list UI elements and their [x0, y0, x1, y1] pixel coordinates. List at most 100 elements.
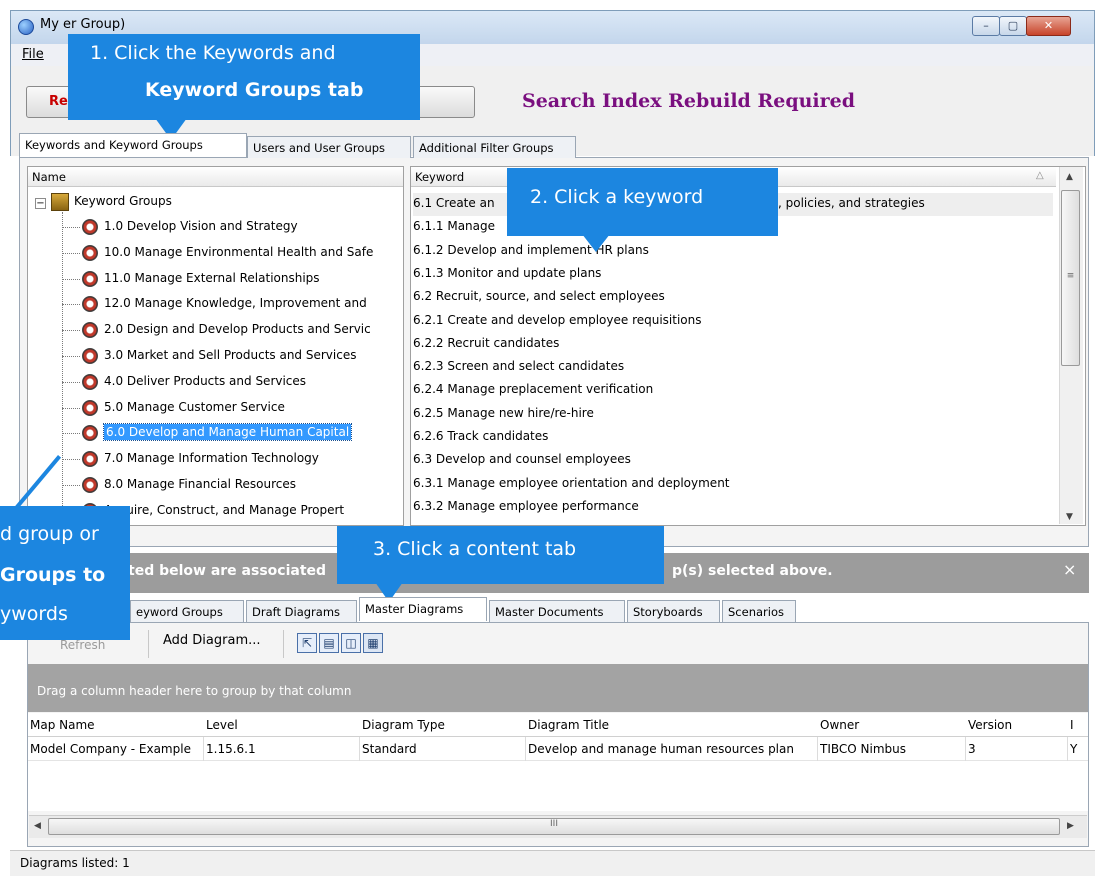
export-icon[interactable]: ⇱	[297, 633, 317, 653]
grid-cell: 3	[968, 742, 976, 756]
keyword-row[interactable]: 6.3.2 Manage employee performance	[413, 496, 1053, 519]
keyword-row-tail: , policies, and strategies	[778, 196, 925, 210]
minimize-button[interactable]: –	[972, 16, 1000, 36]
keyword-scroll-thumb[interactable]: ≡	[1061, 190, 1080, 366]
grid-column-header[interactable]: Diagram Type	[362, 715, 527, 737]
grid-column-header[interactable]: I	[1070, 715, 1088, 737]
close-button[interactable]: ✕	[1026, 16, 1071, 36]
add-diagram-button[interactable]: Add Diagram...	[163, 633, 261, 648]
tab-keyword-groups[interactable]: eyword Groups	[130, 600, 244, 622]
callout-pointer	[582, 234, 610, 252]
tree-item-label: 12.0 Manage Knowledge, Improvement and	[104, 296, 367, 311]
tab-master-diagrams[interactable]: Master Diagrams	[359, 597, 487, 621]
tree-connector	[62, 227, 80, 228]
tab-draft-diagrams[interactable]: Draft Diagrams	[246, 600, 357, 622]
banner-close-icon[interactable]: ×	[1063, 560, 1076, 579]
grid-column-header[interactable]: Version	[968, 715, 1068, 737]
scroll-right-icon[interactable]: ▶	[1067, 821, 1074, 831]
tree-connector	[62, 304, 80, 306]
tree-item-label: 5.0 Manage Customer Service	[104, 399, 285, 414]
tree-item-label: 2.0 Design and Develop Products and Serv…	[104, 322, 371, 337]
keyword-row[interactable]: 6.3 Develop and counsel employees	[413, 449, 1053, 472]
tab-scenarios[interactable]: Scenarios	[722, 600, 796, 622]
keyword-group-icon	[82, 219, 98, 235]
grid-cell-divider	[359, 737, 360, 761]
collapse-toggle-icon[interactable]: −	[35, 198, 46, 209]
keyword-row[interactable]: 6.2.2 Recruit candidates	[413, 333, 1053, 356]
keyword-row[interactable]: 6.2.4 Manage preplacement verification	[413, 379, 1053, 402]
tree-connector	[62, 485, 80, 486]
tree-item[interactable]: 7.0 Manage Information Technology	[104, 448, 402, 470]
grid-cell: Model Company - Example	[30, 742, 191, 756]
window-title: My er Group)	[40, 17, 126, 32]
callout-side-line-3: ywords	[0, 603, 68, 625]
tree-item[interactable]: 11.0 Manage External Relationships	[104, 268, 402, 290]
keyword-row[interactable]: 6.2.1 Create and develop employee requis…	[413, 310, 1053, 333]
tree-item[interactable]: Acquire, Construct, and Manage Propert	[104, 500, 402, 522]
callout-step-3-text: 3. Click a content tab	[373, 538, 577, 560]
app-icon	[18, 19, 34, 35]
menu-file[interactable]: File	[22, 47, 44, 62]
grid-column-header[interactable]: Owner	[820, 715, 967, 737]
grid-cell: 1.15.6.1	[206, 742, 256, 756]
grid-cell: TIBCO Nimbus	[820, 742, 907, 756]
association-text-left: ted below are associated	[128, 563, 327, 579]
tab-keywords-and-keyword-groups[interactable]: Keywords and Keyword Groups	[19, 133, 247, 157]
grid-column-header[interactable]: Level	[206, 715, 361, 737]
tree-item-label: 10.0 Manage Environmental Health and Saf…	[104, 244, 374, 259]
tree-root-label[interactable]: Keyword Groups	[74, 194, 172, 208]
tab-users-and-user-groups[interactable]: Users and User Groups	[247, 136, 411, 158]
tree-item-label: 11.0 Manage External Relationships	[104, 270, 320, 285]
tree-item[interactable]: 8.0 Manage Financial Resources	[104, 474, 402, 496]
tree-connector	[62, 212, 63, 512]
tree-item[interactable]: 12.0 Manage Knowledge, Improvement and	[104, 293, 402, 315]
tree-connector	[62, 407, 80, 409]
tab-additional-filter-groups[interactable]: Additional Filter Groups	[413, 136, 576, 158]
tab-storyboards[interactable]: Storyboards	[627, 600, 720, 622]
scroll-up-icon[interactable]: ▲	[1066, 172, 1073, 182]
keyword-row[interactable]: 6.2.6 Track candidates	[413, 426, 1053, 449]
tree-item[interactable]: 2.0 Design and Develop Products and Serv…	[104, 319, 402, 341]
grid-cell-divider	[1067, 737, 1068, 761]
tree-item-label: Acquire, Construct, and Manage Propert	[104, 502, 345, 517]
association-text-right: p(s) selected above.	[672, 563, 833, 579]
tree-item-label: 3.0 Market and Sell Products and Service…	[104, 348, 357, 362]
horizontal-scroll-thumb[interactable]: III	[48, 818, 1060, 835]
horizontal-layout-icon[interactable]: ▤	[319, 633, 339, 653]
grid-cell-divider	[525, 737, 526, 761]
tree-item[interactable]: 10.0 Manage Environmental Health and Saf…	[104, 242, 402, 264]
preview-layout-icon[interactable]: ◫	[341, 633, 361, 653]
grid-view-icon[interactable]: ▦	[363, 633, 383, 653]
keyword-group-icon	[82, 270, 98, 287]
keyword-row[interactable]: 6.1.3 Monitor and update plans	[413, 263, 1053, 286]
tree-item[interactable]: 1.0 Develop Vision and Strategy	[104, 216, 402, 238]
tab-master-documents[interactable]: Master Documents	[489, 600, 625, 622]
keyword-row[interactable]: 6.1.2 Develop and implement HR plans	[413, 240, 1053, 263]
grid-cell: Y	[1070, 742, 1078, 756]
refresh-button[interactable]: Refresh	[60, 638, 105, 652]
callout-step-2-text: 2. Click a keyword	[530, 186, 704, 208]
maximize-button[interactable]: ▢	[999, 16, 1027, 36]
scroll-down-icon[interactable]: ▼	[1066, 512, 1073, 522]
sort-ascending-icon[interactable]: △	[1036, 170, 1044, 181]
tree-column-header[interactable]: Name	[28, 167, 403, 187]
grid-cell-divider	[965, 737, 966, 761]
tree-connector	[62, 252, 80, 254]
scroll-left-icon[interactable]: ◀	[34, 821, 41, 831]
tree-item[interactable]: 3.0 Market and Sell Products and Service…	[104, 345, 402, 367]
tree-item[interactable]: 5.0 Manage Customer Service	[104, 397, 402, 419]
callout-side-line-1: d group or	[0, 523, 99, 545]
toolbar-divider	[283, 630, 284, 658]
grid-column-header[interactable]: Diagram Title	[528, 715, 818, 737]
keyword-group-icon	[82, 477, 98, 493]
grid-column-header[interactable]: Map Name	[30, 715, 205, 737]
tree-item[interactable]: 4.0 Deliver Products and Services	[104, 371, 402, 393]
keyword-row[interactable]: 6.2.3 Screen and select candidates	[413, 356, 1053, 379]
keyword-row[interactable]: 6.2 Recruit, source, and select employee…	[413, 286, 1053, 309]
keyword-group-icon	[82, 399, 98, 416]
tree-connector	[62, 356, 80, 357]
tree-item[interactable]: 6.0 Develop and Manage Human Capital	[102, 422, 402, 444]
keyword-row[interactable]: 6.2.5 Manage new hire/re-hire	[413, 403, 1053, 426]
keyword-group-icon	[82, 348, 98, 364]
keyword-row[interactable]: 6.3.1 Manage employee orientation and de…	[413, 473, 1053, 496]
